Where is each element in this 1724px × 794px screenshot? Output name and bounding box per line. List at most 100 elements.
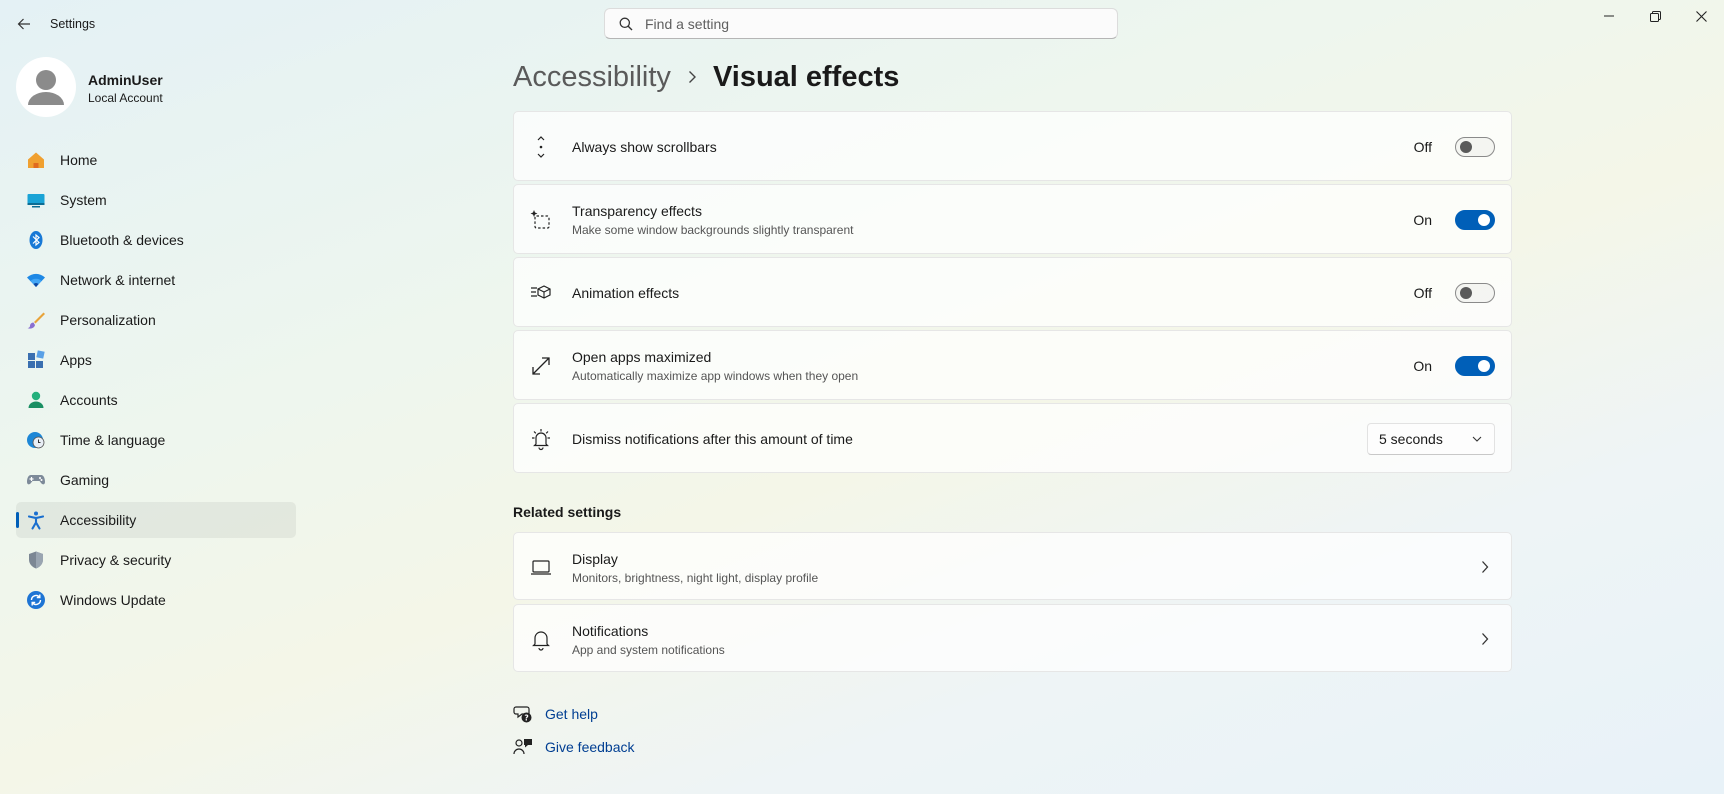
back-arrow-icon — [17, 18, 30, 30]
chevron-down-icon — [1472, 436, 1482, 442]
sidebar-item-privacy-security[interactable]: Privacy & security — [16, 542, 296, 578]
laptop-icon — [529, 555, 553, 579]
setting-title: Dismiss notifications after this amount … — [572, 431, 853, 447]
scrollbars-icon — [529, 135, 553, 159]
restore-icon — [1649, 10, 1661, 22]
title-bar: Settings — [0, 0, 1724, 48]
dismiss-time-dropdown[interactable]: 5 seconds — [1367, 423, 1495, 455]
toggle-state-label: Off — [1413, 139, 1432, 155]
notification-timer-icon — [529, 427, 553, 451]
feedback-icon — [513, 737, 533, 757]
maximize-toggle[interactable] — [1455, 356, 1495, 376]
setting-dismiss-notifications: Dismiss notifications after this amount … — [513, 403, 1512, 473]
related-title: Notifications — [572, 623, 649, 639]
toggle-knob — [1460, 287, 1472, 299]
user-name: AdminUser — [88, 72, 163, 88]
shield-icon — [26, 550, 46, 570]
search-input[interactable] — [643, 14, 1087, 33]
account-type: Local Account — [88, 91, 163, 105]
setting-title: Transparency effects — [572, 203, 702, 219]
chevron-right-icon — [1477, 559, 1493, 575]
animation-icon — [529, 281, 553, 305]
sidebar-item-label: Windows Update — [60, 592, 166, 608]
get-help-label: Get help — [545, 706, 598, 722]
setting-title: Open apps maximized — [572, 349, 712, 365]
setting-description: Make some window backgrounds slightly tr… — [572, 223, 854, 237]
toggle-state-label: On — [1413, 212, 1432, 228]
sidebar-item-bluetooth[interactable]: Bluetooth & devices — [16, 222, 296, 258]
toggle-knob — [1460, 141, 1472, 153]
search-icon — [619, 17, 633, 30]
accessibility-icon — [26, 510, 46, 530]
scrollbars-toggle[interactable] — [1455, 137, 1495, 157]
sidebar-item-time-language[interactable]: Time & language — [16, 422, 296, 458]
maximize-icon — [529, 354, 553, 378]
search-box[interactable] — [604, 8, 1118, 39]
user-avatar-icon — [28, 70, 64, 105]
give-feedback-label: Give feedback — [545, 739, 635, 755]
system-icon — [26, 190, 46, 210]
transparency-toggle[interactable] — [1455, 210, 1495, 230]
breadcrumb: Accessibility Visual effects — [513, 52, 899, 102]
app-title: Settings — [50, 17, 96, 31]
home-icon — [26, 150, 46, 170]
sidebar-item-windows-update[interactable]: Windows Update — [16, 582, 296, 618]
related-description: Monitors, brightness, night light, displ… — [572, 571, 819, 585]
sidebar-item-home[interactable]: Home — [16, 142, 296, 178]
restore-button[interactable] — [1632, 0, 1678, 32]
breadcrumb-chevron-icon — [687, 70, 697, 84]
related-title: Display — [572, 551, 618, 567]
toggle-knob — [1478, 360, 1490, 372]
sidebar-item-accessibility[interactable]: Accessibility — [16, 502, 296, 538]
close-button[interactable] — [1678, 0, 1724, 32]
sidebar-item-system[interactable]: System — [16, 182, 296, 218]
close-icon — [1695, 10, 1707, 22]
get-help-link[interactable]: ? Get help — [513, 704, 598, 724]
globe-clock-icon — [26, 430, 46, 450]
breadcrumb-parent[interactable]: Accessibility — [513, 61, 671, 94]
sidebar-item-gaming[interactable]: Gaming — [16, 462, 296, 498]
sidebar-item-label: Network & internet — [60, 272, 176, 288]
related-item-display[interactable]: Display Monitors, brightness, night ligh… — [513, 532, 1512, 600]
setting-description: Automatically maximize app windows when … — [572, 369, 859, 383]
sidebar-item-accounts[interactable]: Accounts — [16, 382, 296, 418]
give-feedback-link[interactable]: Give feedback — [513, 737, 635, 757]
minimize-button[interactable] — [1586, 0, 1632, 32]
transparency-icon — [529, 208, 553, 232]
sidebar-item-label: Time & language — [60, 432, 166, 448]
sidebar-item-label: Personalization — [60, 312, 156, 328]
minimize-icon — [1604, 15, 1614, 17]
animation-toggle[interactable] — [1455, 283, 1495, 303]
help-chat-icon: ? — [513, 704, 533, 724]
gamepad-icon — [26, 470, 46, 490]
apps-icon — [26, 350, 46, 370]
setting-animation-effects: Animation effects Off — [513, 257, 1512, 327]
related-description: App and system notifications — [572, 643, 725, 657]
sidebar-item-personalization[interactable]: Personalization — [16, 302, 296, 338]
toggle-state-label: Off — [1413, 285, 1432, 301]
svg-text:?: ? — [524, 713, 528, 722]
chevron-right-icon — [1477, 631, 1493, 647]
setting-open-apps-maximized: Open apps maximized Automatically maximi… — [513, 330, 1512, 400]
sidebar-item-label: Privacy & security — [60, 552, 172, 568]
page-title: Visual effects — [712, 60, 900, 93]
related-settings-heading: Related settings — [513, 504, 622, 520]
bell-icon — [529, 627, 553, 651]
setting-always-show-scrollbars: Always show scrollbars Off — [513, 111, 1512, 181]
bluetooth-icon — [26, 230, 46, 250]
back-button[interactable] — [12, 12, 36, 36]
related-item-notifications[interactable]: Notifications App and system notificatio… — [513, 604, 1512, 672]
accounts-icon — [26, 390, 46, 410]
sidebar-item-label: Home — [60, 152, 98, 168]
sidebar-item-apps[interactable]: Apps — [16, 342, 296, 378]
sidebar-item-label: Accessibility — [60, 512, 137, 528]
sidebar-item-label: System — [60, 192, 107, 208]
toggle-state-label: On — [1413, 358, 1432, 374]
sidebar-item-label: Apps — [60, 352, 92, 368]
sidebar-item-label: Accounts — [60, 392, 118, 408]
sidebar-item-network[interactable]: Network & internet — [16, 262, 296, 298]
wifi-icon — [26, 270, 46, 290]
setting-title: Animation effects — [572, 285, 680, 301]
brush-icon — [26, 310, 46, 330]
toggle-knob — [1478, 214, 1490, 226]
